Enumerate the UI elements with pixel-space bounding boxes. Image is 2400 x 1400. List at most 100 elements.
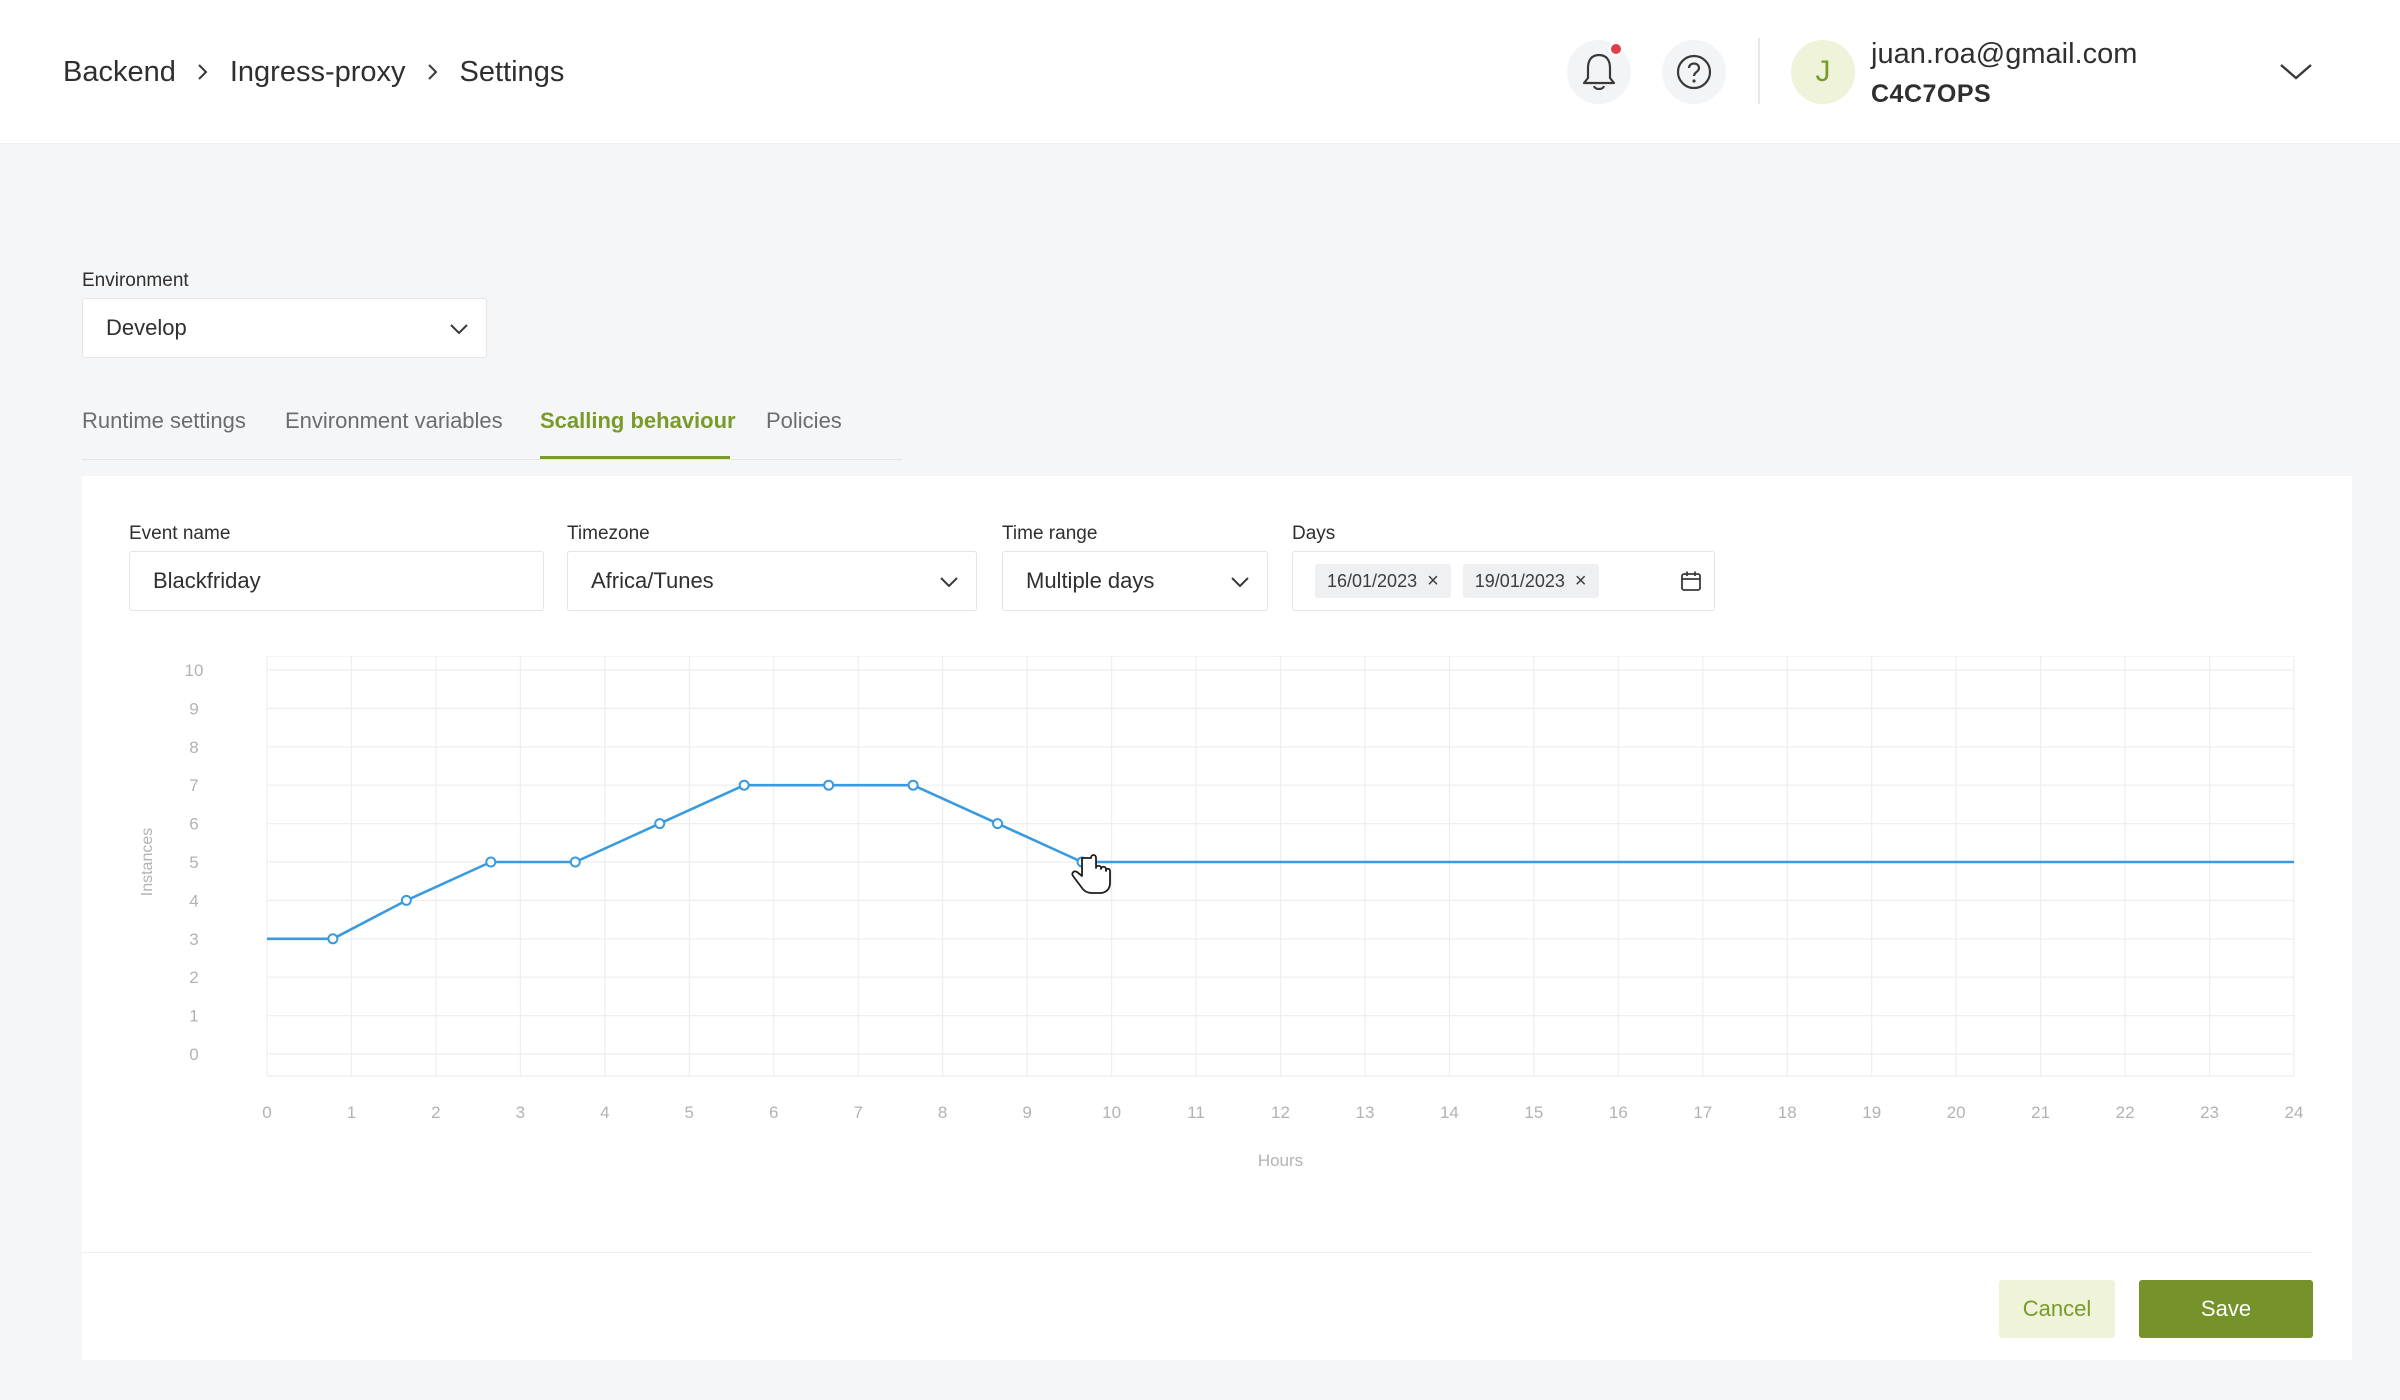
x-tick-label: 11: [1187, 1103, 1205, 1122]
y-axis-ticks: 0 1 2 3 4 5 6 7 8 9 10: [185, 661, 204, 1064]
help-button[interactable]: [1662, 40, 1726, 104]
data-point[interactable]: [992, 818, 1004, 830]
y-tick-label: 9: [189, 699, 198, 718]
timezone-label: Timezone: [567, 523, 650, 544]
x-tick-label: 17: [1693, 1103, 1712, 1122]
x-tick-label: 7: [853, 1103, 862, 1122]
date-chip-label: 16/01/2023: [1327, 570, 1418, 591]
chevron-down-icon: [1231, 577, 1249, 588]
time-range-select[interactable]: Multiple days: [1002, 551, 1268, 611]
save-button[interactable]: Save: [2139, 1280, 2313, 1338]
x-tick-label: 4: [600, 1103, 609, 1122]
breadcrumb-item-settings: Settings: [459, 55, 565, 88]
x-tick-label: 22: [2116, 1103, 2135, 1122]
y-tick-label: 2: [189, 968, 198, 987]
y-tick-label: 5: [189, 853, 198, 872]
user-organization: C4C7OPS: [1871, 80, 1992, 108]
data-point[interactable]: [569, 856, 581, 868]
bell-icon: [1582, 53, 1616, 91]
data-point[interactable]: [907, 779, 919, 791]
event-name-input[interactable]: Blackfriday: [129, 551, 544, 611]
x-tick-label: 16: [1609, 1103, 1628, 1122]
environment-value: Develop: [106, 315, 187, 340]
days-picker[interactable]: 16/01/2023 × 19/01/2023 ×: [1292, 551, 1715, 611]
time-range-label: Time range: [1002, 523, 1098, 544]
y-axis-label: Instances: [139, 828, 156, 896]
timezone-value: Africa/Tunes: [591, 568, 714, 593]
tab-environment-variables[interactable]: Environment variables: [285, 408, 503, 434]
header-divider: [1758, 38, 1760, 104]
cancel-button[interactable]: Cancel: [1999, 1280, 2115, 1338]
x-tick-label: 10: [1102, 1103, 1121, 1122]
y-tick-label: 3: [189, 930, 198, 949]
notifications-button[interactable]: [1567, 40, 1631, 104]
data-point[interactable]: [485, 856, 497, 868]
x-tick-label: 12: [1271, 1103, 1290, 1122]
chevron-down-icon: [450, 324, 468, 335]
x-tick-label: 2: [431, 1103, 440, 1122]
help-icon: [1676, 54, 1712, 90]
x-tick-label: 23: [2200, 1103, 2219, 1122]
data-point[interactable]: [823, 779, 835, 791]
y-tick-label: 1: [189, 1007, 198, 1026]
tab-runtime-settings[interactable]: Runtime settings: [82, 408, 246, 434]
data-point[interactable]: [400, 894, 412, 906]
environment-select[interactable]: Develop: [82, 298, 487, 358]
x-axis-ticks: 0 1 2 3 4 5 6 7 8 9 10 11 12 13 14 15 16 17 18 19 20 21 22 23 24: [262, 1103, 2303, 1122]
chevron-right-icon: [176, 52, 230, 92]
x-tick-label: 13: [1355, 1103, 1374, 1122]
breadcrumb: Backend Ingress-proxy Settings: [63, 52, 564, 92]
close-icon[interactable]: ×: [1575, 571, 1587, 591]
user-email: juan.roa@gmail.com: [1871, 38, 2138, 70]
x-tick-label: 21: [2031, 1103, 2050, 1122]
chevron-down-icon: [940, 577, 958, 588]
x-tick-label: 8: [938, 1103, 947, 1122]
x-tick-label: 3: [516, 1103, 525, 1122]
x-tick-label: 24: [2285, 1103, 2304, 1122]
data-point[interactable]: [738, 779, 750, 791]
breadcrumb-item-backend[interactable]: Backend: [63, 56, 176, 89]
chevron-down-icon[interactable]: [2278, 58, 2314, 84]
breadcrumb-item-ingress-proxy[interactable]: Ingress-proxy: [230, 56, 406, 89]
y-tick-label: 8: [189, 738, 198, 757]
top-header: Backend Ingress-proxy Settings J juan.ro…: [0, 0, 2400, 144]
y-tick-label: 7: [189, 776, 198, 795]
data-point[interactable]: [327, 933, 339, 945]
x-tick-label: 14: [1440, 1103, 1459, 1122]
x-tick-label: 0: [262, 1103, 271, 1122]
tab-policies[interactable]: Policies: [766, 408, 842, 434]
settings-tabs: Runtime settings Environment variables S…: [82, 400, 902, 460]
calendar-icon[interactable]: [1680, 570, 1702, 592]
event-name-value: Blackfriday: [153, 568, 261, 593]
y-tick-label: 0: [189, 1045, 198, 1064]
date-chip-label: 19/01/2023: [1474, 570, 1565, 591]
y-tick-label: 6: [189, 815, 198, 834]
scaling-event-card: Event name Blackfriday Timezone Africa/T…: [82, 476, 2352, 1360]
data-point[interactable]: [654, 818, 666, 830]
x-tick-label: 18: [1778, 1103, 1797, 1122]
date-chip: 19/01/2023 ×: [1462, 564, 1599, 598]
x-tick-label: 15: [1524, 1103, 1543, 1122]
x-axis-label: Hours: [1258, 1151, 1303, 1170]
x-tick-label: 19: [1862, 1103, 1881, 1122]
tab-scalling-behaviour[interactable]: Scalling behaviour: [540, 408, 736, 434]
time-range-value: Multiple days: [1026, 568, 1155, 593]
environment-label: Environment: [82, 270, 189, 291]
event-name-label: Event name: [129, 523, 231, 544]
date-chip: 16/01/2023 ×: [1315, 564, 1451, 598]
avatar[interactable]: J: [1791, 40, 1855, 104]
y-tick-label: 4: [189, 891, 198, 910]
y-tick-label: 10: [185, 661, 204, 680]
notification-dot: [1609, 42, 1623, 56]
x-tick-label: 5: [685, 1103, 694, 1122]
x-tick-label: 1: [347, 1103, 356, 1122]
close-icon[interactable]: ×: [1427, 571, 1439, 591]
scaling-chart[interactable]: 012345678910 0 1 2 3 4 5 6 7 8 9 10 11 12 13 14 15 16 17 1…: [122, 656, 2322, 1216]
chart-grid: [266, 656, 2295, 1077]
chevron-right-icon: [406, 52, 460, 92]
card-divider: [82, 1252, 2312, 1253]
x-tick-label: 20: [1947, 1103, 1966, 1122]
active-tab-indicator: [540, 456, 730, 459]
timezone-select[interactable]: Africa/Tunes: [567, 551, 977, 611]
x-tick-label: 6: [769, 1103, 778, 1122]
